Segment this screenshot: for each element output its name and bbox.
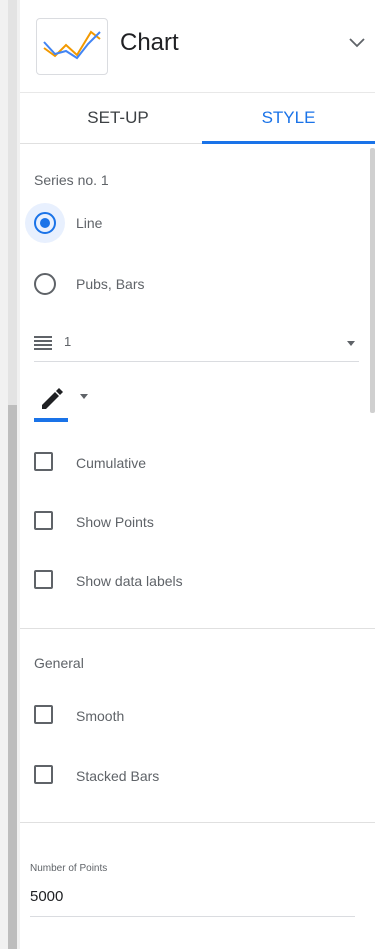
left-scrollbar-thumb[interactable] [8,405,17,949]
checkbox-show-data-labels[interactable] [34,570,53,589]
checkbox-show-points-label[interactable]: Show Points [76,514,154,530]
checkbox-smooth[interactable] [34,705,53,724]
checkbox-cumulative[interactable] [34,452,53,471]
series-section-title: Series no. 1 [34,172,109,188]
tab-style[interactable]: STYLE [202,93,375,143]
general-section-title: General [34,655,84,671]
checkbox-cumulative-label[interactable]: Cumulative [76,455,146,471]
section-divider [20,628,375,629]
panel-scrollbar-thumb[interactable] [370,148,375,413]
selected-color-swatch [34,418,68,422]
number-of-points-input[interactable]: 5000 [30,888,63,905]
number-of-points-underline [30,916,355,917]
style-panel: Chart SET-UP STYLE Series no. 1 Line Pub… [20,0,375,949]
number-of-points-label: Number of Points [30,863,108,874]
checkbox-show-data-labels-label[interactable]: Show data labels [76,573,183,589]
pencil-icon [38,383,66,416]
tab-setup[interactable]: SET-UP [38,93,198,143]
checkbox-stacked-bars[interactable] [34,765,53,784]
chart-type-label: Chart [120,29,179,56]
active-tab-indicator [202,141,375,144]
section-divider [20,822,375,823]
checkbox-smooth-label[interactable]: Smooth [76,708,124,724]
line-weight-value: 1 [64,334,72,349]
checkbox-show-points[interactable] [34,511,53,530]
radio-line[interactable] [34,212,56,234]
line-weight-icon [34,336,54,355]
tab-bar: SET-UP STYLE [20,92,375,144]
radio-pubs-bars-label[interactable]: Pubs, Bars [76,276,144,292]
dropdown-caret-icon [347,341,355,346]
line-chart-icon [36,18,108,75]
series-color-picker[interactable] [34,383,94,423]
chevron-down-icon[interactable] [348,36,366,54]
chart-type-header[interactable]: Chart [20,0,375,92]
checkbox-stacked-bars-label[interactable]: Stacked Bars [76,768,159,784]
radio-pubs-bars[interactable] [34,273,56,295]
dropdown-caret-icon [80,394,88,399]
radio-line-label[interactable]: Line [76,215,102,231]
line-weight-select[interactable]: 1 [34,325,359,362]
